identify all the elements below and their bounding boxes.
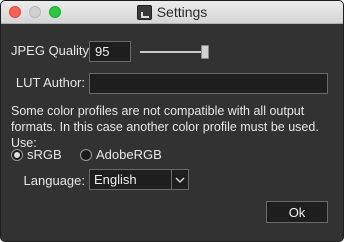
lut-author-input[interactable] bbox=[89, 73, 328, 94]
title-container: Settings bbox=[1, 1, 343, 23]
radio-option-srgb[interactable]: sRGB bbox=[11, 147, 62, 162]
title-bar[interactable]: Settings bbox=[1, 1, 343, 24]
srgb-radio-button[interactable] bbox=[11, 148, 23, 161]
chevron-down-icon[interactable] bbox=[171, 170, 188, 189]
window-title: Settings bbox=[156, 4, 208, 20]
language-select[interactable]: English bbox=[89, 169, 189, 190]
color-profile-info-text: Some color profiles are not compatible w… bbox=[11, 104, 319, 150]
radio-option-adobergb[interactable]: AdobeRGB bbox=[80, 147, 162, 162]
jpeg-quality-slider-track[interactable] bbox=[140, 51, 208, 53]
adobergb-radio-button[interactable] bbox=[80, 148, 92, 161]
jpeg-quality-input[interactable] bbox=[89, 41, 131, 62]
ok-button[interactable]: Ok bbox=[266, 201, 328, 223]
language-label: Language: bbox=[23, 173, 85, 188]
settings-window: Settings JPEG Quality: LUT Author: Some … bbox=[0, 0, 344, 242]
srgb-radio-label: sRGB bbox=[27, 147, 62, 162]
adobergb-radio-label: AdobeRGB bbox=[96, 147, 162, 162]
jpeg-quality-label: JPEG Quality: bbox=[11, 43, 93, 58]
language-selected-value: English bbox=[94, 172, 137, 187]
jpeg-quality-slider-thumb[interactable] bbox=[201, 45, 209, 59]
lut-author-label: LUT Author: bbox=[15, 75, 85, 90]
app-icon bbox=[136, 4, 152, 20]
